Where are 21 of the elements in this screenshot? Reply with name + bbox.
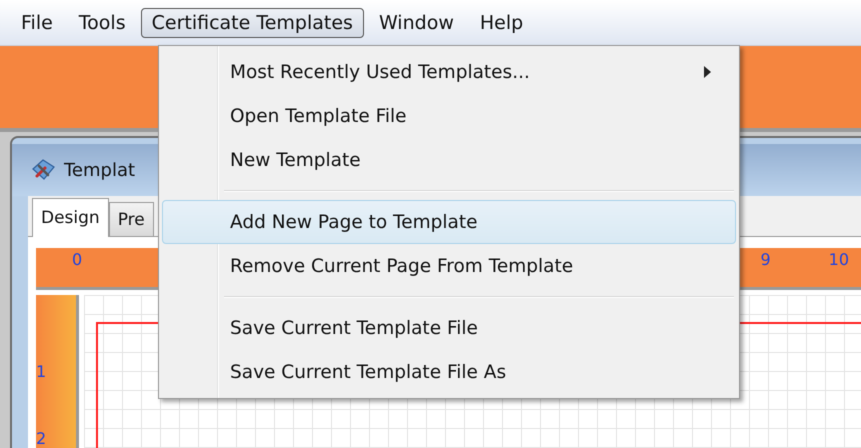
submenu-arrow-icon (704, 66, 711, 78)
ruler-number: 10 (828, 249, 849, 271)
menu-item[interactable]: Save Current Template File As (162, 350, 736, 394)
menu-item[interactable]: Most Recently Used Templates... (162, 50, 736, 94)
ruler-number: 9 (760, 249, 771, 271)
menu-item[interactable]: Open Template File (162, 94, 736, 138)
ruler-number: 0 (72, 249, 82, 271)
menu-item[interactable]: New Template (162, 138, 736, 182)
menu-bar-item[interactable]: File (10, 8, 64, 38)
ruler-number: 1 (36, 361, 48, 381)
menu-bar-item[interactable]: Tools (68, 8, 137, 38)
ruler-number: 2 (36, 428, 48, 448)
window-title: Templat (64, 160, 136, 180)
menu-bar-item[interactable]: Certificate Templates (140, 8, 364, 38)
menu-item[interactable]: Remove Current Page From Template (162, 244, 736, 288)
tab[interactable]: Pre (108, 202, 154, 236)
tab[interactable]: Design (32, 198, 109, 237)
menu-item[interactable]: Add New Page to Template (162, 200, 736, 244)
menu-item[interactable]: Save Current Template File (162, 306, 736, 350)
menu-bar-item[interactable]: Window (368, 8, 465, 38)
menu-bar-item[interactable]: Help (468, 8, 534, 38)
